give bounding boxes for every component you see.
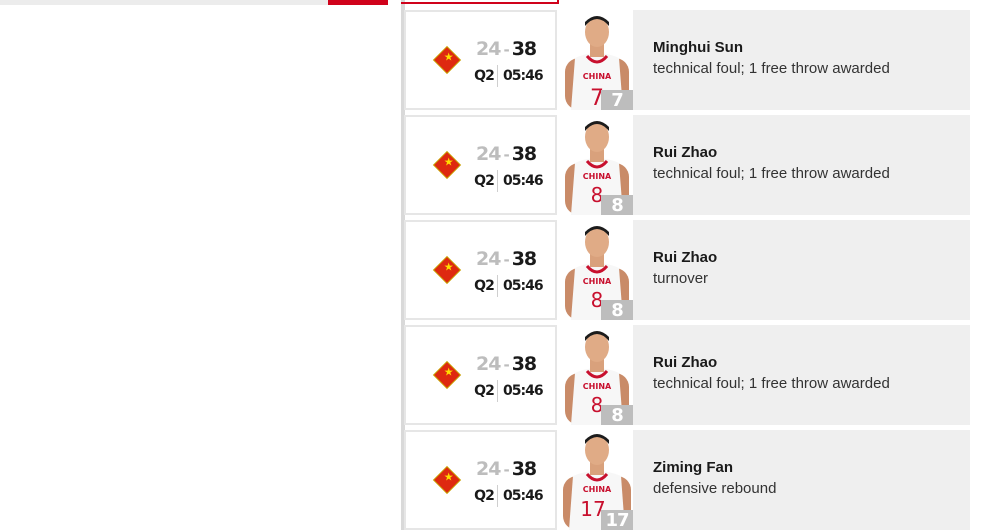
score-dash: - — [503, 251, 509, 269]
jersey-text: CHINA — [583, 72, 612, 81]
period: Q2 — [474, 383, 495, 399]
home-score: 24 — [476, 38, 501, 60]
player-name[interactable]: Minghui Sun — [653, 39, 743, 56]
player-number-badge: 8 — [601, 300, 633, 321]
away-score: 38 — [511, 38, 537, 60]
home-score: 24 — [476, 458, 501, 480]
top-progress-accent — [328, 0, 388, 5]
score-card: 24-38 Q2 05:46 — [404, 430, 557, 530]
divider — [497, 170, 498, 192]
home-score: 24 — [476, 143, 501, 165]
play-event[interactable]: 24-38 Q2 05:46 CHINA 8 8 Rui Zhao turnov… — [401, 220, 971, 321]
game-clock: 05:46 — [503, 278, 544, 294]
away-score: 38 — [511, 353, 537, 375]
divider — [497, 380, 498, 402]
home-score: 24 — [476, 353, 501, 375]
period: Q2 — [474, 68, 495, 84]
event-info: Minghui Sun technical foul; 1 free throw… — [633, 10, 970, 110]
player-number-badge: 17 — [601, 510, 633, 531]
event-action: technical foul; 1 free throw awarded — [653, 375, 890, 392]
game-clock: 05:46 — [503, 173, 544, 189]
home-score: 24 — [476, 248, 501, 270]
event-info: Rui Zhao technical foul; 1 free throw aw… — [633, 115, 970, 215]
score-dash: - — [503, 461, 509, 479]
score: 24-38 — [476, 248, 556, 270]
period: Q2 — [474, 278, 495, 294]
play-event[interactable]: 24-38 Q2 05:46 CHINA 17 17 Ziming Fan de… — [401, 430, 971, 531]
game-clock: 05:46 — [503, 488, 544, 504]
player-name[interactable]: Rui Zhao — [653, 249, 717, 266]
period: Q2 — [474, 173, 495, 189]
away-score: 38 — [511, 143, 537, 165]
score-dash: - — [503, 356, 509, 374]
game-clock: 05:46 — [503, 68, 544, 84]
player-name[interactable]: Rui Zhao — [653, 354, 717, 371]
score-card: 24-38 Q2 05:46 — [404, 115, 557, 215]
away-score: 38 — [511, 248, 537, 270]
player-number-badge: 8 — [601, 405, 633, 426]
event-action: technical foul; 1 free throw awarded — [653, 165, 890, 182]
divider — [497, 65, 498, 87]
jersey-text: CHINA — [583, 485, 612, 494]
event-action: turnover — [653, 270, 709, 287]
score-card: 24-38 Q2 05:46 — [404, 10, 557, 110]
period: Q2 — [474, 488, 495, 504]
event-action: technical foul; 1 free throw awarded — [653, 60, 890, 77]
score-card: 24-38 Q2 05:46 — [404, 220, 557, 320]
jersey-text: CHINA — [583, 382, 612, 391]
timeline-top-marker — [401, 0, 559, 4]
china-flag-icon — [434, 47, 460, 73]
player-name[interactable]: Ziming Fan — [653, 459, 733, 476]
event-info: Ziming Fan defensive rebound — [633, 430, 970, 530]
away-score: 38 — [511, 458, 537, 480]
divider — [497, 485, 498, 507]
player-name[interactable]: Rui Zhao — [653, 144, 717, 161]
event-info: Rui Zhao technical foul; 1 free throw aw… — [633, 325, 970, 425]
china-flag-icon — [434, 362, 460, 388]
china-flag-icon — [434, 467, 460, 493]
score-card: 24-38 Q2 05:46 — [404, 325, 557, 425]
top-progress-bar — [0, 0, 388, 5]
score: 24-38 — [476, 38, 556, 60]
divider — [497, 275, 498, 297]
play-event[interactable]: 24-38 Q2 05:46 CHINA 8 8 Rui Zhao techni… — [401, 115, 971, 216]
score: 24-38 — [476, 143, 556, 165]
score: 24-38 — [476, 353, 556, 375]
china-flag-icon — [434, 152, 460, 178]
event-info: Rui Zhao turnover — [633, 220, 970, 320]
score-dash: - — [503, 41, 509, 59]
score-dash: - — [503, 146, 509, 164]
event-action: defensive rebound — [653, 480, 777, 497]
game-clock: 05:46 — [503, 383, 544, 399]
play-event[interactable]: 24-38 Q2 05:46 CHINA 7 7 Minghui Sun tec… — [401, 10, 971, 111]
player-number-badge: 8 — [601, 195, 633, 216]
jersey-text: CHINA — [583, 172, 612, 181]
china-flag-icon — [434, 257, 460, 283]
play-event[interactable]: 24-38 Q2 05:46 CHINA 8 8 Rui Zhao techni… — [401, 325, 971, 426]
jersey-text: CHINA — [583, 277, 612, 286]
score: 24-38 — [476, 458, 556, 480]
player-number-badge: 7 — [601, 90, 633, 111]
